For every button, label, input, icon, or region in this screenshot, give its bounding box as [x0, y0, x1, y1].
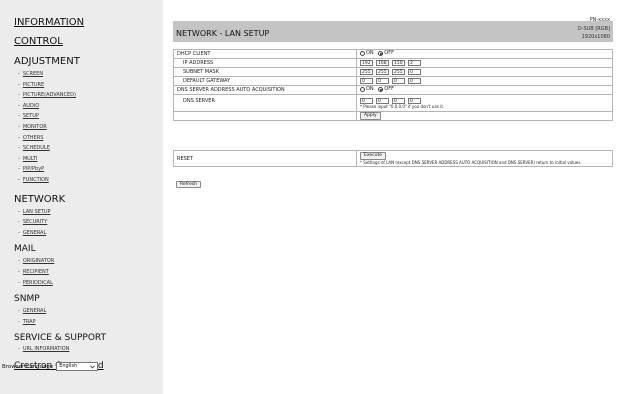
dhcp-row: DHCP CLIENT ON OFF [173, 49, 613, 59]
execute-button[interactable]: Execute [360, 152, 386, 160]
gateway-octet-1[interactable]: 0 [360, 77, 373, 84]
ip-label: IP ADDRESS [173, 58, 357, 68]
dns-octet-4[interactable]: 0 [408, 97, 421, 104]
mask-octet-2[interactable]: 255 [376, 68, 389, 75]
dns-auto-on-radio[interactable]: ON [360, 86, 374, 92]
nav-item-network-general[interactable]: - GENERAL [18, 228, 163, 239]
mask-fields: 255 255 255 0 [356, 67, 613, 77]
reset-row: RESET Execute * Settings of LAN (except … [173, 150, 613, 167]
mask-octet-3[interactable]: 255 [392, 68, 405, 75]
nav-mail-list: - ORIGINATOR - RECIPIENT - PERIODICAL [14, 256, 163, 288]
nav-item-monitor[interactable]: - MONITOR [18, 122, 163, 133]
dns-auto-off-radio[interactable]: OFF [378, 86, 394, 92]
nav-item-trap[interactable]: - TRAP [18, 317, 163, 328]
reset-label: RESET [173, 150, 357, 167]
nav-network-list: - LAN SETUP - SECURITY - GENERAL [14, 207, 163, 239]
model-name: PN-xxxx [589, 17, 610, 23]
nav-item-screen[interactable]: - SCREEN [18, 69, 163, 80]
refresh-button[interactable]: Refresh [176, 181, 201, 188]
nav-item-picture-advanced[interactable]: - PICTURE(ADVANCED) [18, 90, 163, 101]
ip-row: IP ADDRESS 192 168 150 2 [173, 58, 613, 68]
nav-adjustment-heading: ADJUSTMENT [14, 56, 80, 67]
nav-item-security[interactable]: - SECURITY [18, 217, 163, 228]
reset-table: RESET Execute * Settings of LAN (except … [173, 150, 613, 167]
nav-item-audio[interactable]: - AUDIO [18, 101, 163, 112]
ip-octet-4[interactable]: 2 [408, 59, 421, 66]
dns-auto-options: ON OFF [356, 85, 613, 95]
gateway-octet-2[interactable]: 0 [376, 77, 389, 84]
dhcp-off-radio[interactable]: OFF [378, 50, 394, 56]
dns-octet-2[interactable]: 0 [376, 97, 389, 104]
apply-row-spacer [173, 111, 357, 121]
ip-fields: 192 168 150 2 [356, 58, 613, 68]
nav-item-recipient[interactable]: - RECIPIENT [18, 267, 163, 278]
nav-snmp-heading: SNMP [14, 294, 40, 305]
mask-row: SUBNET MASK 255 255 255 0 [173, 67, 613, 77]
dns-note: * Please input "0.0.0.0" if you don't us… [360, 104, 445, 110]
resolution: 1920x1080 [581, 34, 610, 41]
dns-auto-row: DNS SERVER ADDRESS AUTO ACQUISITION ON O… [173, 85, 613, 95]
gateway-label: DEFAULT GATEWAY [173, 76, 357, 86]
browser-language-label: Browser Language [2, 363, 54, 370]
dns-octet-3[interactable]: 0 [392, 97, 405, 104]
page-header: NETWORK - LAN SETUP [173, 21, 613, 42]
reset-cell: Execute * Settings of LAN (except DNS SE… [356, 150, 613, 167]
dhcp-label: DHCP CLIENT [173, 49, 357, 59]
nav-item-setup[interactable]: - SETUP [18, 111, 163, 122]
radio-on-icon [378, 50, 384, 56]
gateway-row: DEFAULT GATEWAY 0000 [173, 76, 613, 86]
gateway-octet-3[interactable]: 0 [392, 77, 405, 84]
nav-item-others[interactable]: - OTHERS [18, 133, 163, 144]
ip-octet-1[interactable]: 192 [360, 59, 373, 66]
ip-octet-3[interactable]: 150 [392, 59, 405, 66]
nav-item-schedule[interactable]: - SCHEDULE [18, 143, 163, 154]
apply-row: Apply [173, 111, 613, 121]
nav-item-originator[interactable]: - ORIGINATOR [18, 256, 163, 267]
radio-off-icon [360, 86, 365, 92]
nav-service-heading: SERVICE & SUPPORT [14, 333, 107, 344]
nav-item-pip[interactable]: - PIP/PbyP [18, 164, 163, 175]
gateway-octet-4[interactable]: 0 [408, 77, 421, 84]
chevron-down-icon [90, 365, 95, 369]
radio-on-icon [378, 86, 384, 92]
dns-fields: 0000 * Please input "0.0.0.0" if you don… [356, 94, 613, 112]
reset-note: * Settings of LAN (except DNS SERVER ADD… [360, 160, 582, 165]
gateway-fields: 0000 [356, 76, 613, 86]
nav-item-periodical[interactable]: - PERIODICAL [18, 278, 163, 289]
model-info: PN-xxxx D-SUB [RGB] 1920x1080 [578, 16, 610, 42]
nav-information[interactable]: INFORMATION [14, 17, 163, 29]
mask-octet-1[interactable]: 255 [360, 68, 373, 75]
input-signal: D-SUB [RGB] [577, 25, 610, 32]
nav-item-multi[interactable]: - MULTI [18, 154, 163, 165]
apply-button[interactable]: Apply [360, 112, 381, 120]
dns-row: DNS SERVER 0000 * Please input "0.0.0.0"… [173, 94, 613, 112]
nav-item-url-information[interactable]: - URL INFORMATION [18, 344, 163, 355]
dns-octet-1[interactable]: 0 [360, 97, 373, 104]
nav-network-heading: NETWORK [14, 193, 66, 205]
mask-label: SUBNET MASK [173, 67, 357, 77]
apply-cell: Apply [356, 111, 613, 121]
nav-item-function[interactable]: - FUNCTION [18, 175, 163, 186]
dhcp-on-radio[interactable]: ON [360, 50, 374, 56]
nav-item-picture[interactable]: - PICTURE [18, 80, 163, 91]
dns-auto-label: DNS SERVER ADDRESS AUTO ACQUISITION [173, 85, 357, 95]
nav-adjustment-list: - SCREEN - PICTURE - PICTURE(ADVANCED) - AUD… [14, 69, 163, 186]
sidebar: INFORMATION CONTROL ADJUSTMENT - SCREEN -… [0, 0, 163, 394]
browser-language: Browser Language English [2, 362, 99, 371]
lan-setup-table: DHCP CLIENT ON OFF IP ADDRESS 192 168 150 2… [173, 49, 613, 121]
ip-octet-2[interactable]: 168 [376, 59, 389, 66]
nav-snmp-list: - GENERAL - TRAP [14, 306, 163, 327]
dhcp-options: ON OFF [356, 49, 613, 59]
radio-off-icon [360, 50, 365, 56]
nav-item-snmp-general[interactable]: - GENERAL [18, 306, 163, 317]
nav-control[interactable]: CONTROL [14, 36, 163, 48]
page-title: NETWORK - LAN SETUP [176, 29, 270, 38]
nav-item-lan-setup[interactable]: - LAN SETUP [18, 207, 163, 218]
dns-label: DNS SERVER [173, 94, 357, 112]
nav-mail-heading: MAIL [14, 244, 36, 255]
nav-service-list: - URL INFORMATION [14, 344, 163, 355]
browser-language-select[interactable]: English [56, 362, 99, 371]
mask-octet-4[interactable]: 0 [408, 68, 421, 75]
